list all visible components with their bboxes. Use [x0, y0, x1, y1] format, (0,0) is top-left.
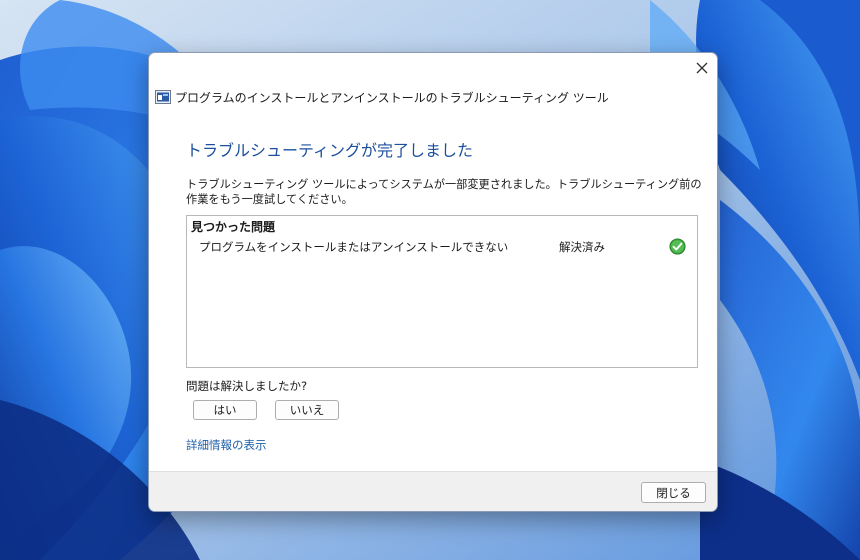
problems-found-header: 見つかった問題 — [191, 220, 276, 234]
completion-description: トラブルシューティング ツールによってシステムが一部変更されました。トラブルシュ… — [186, 178, 702, 206]
window-title: プログラムのインストールとアンインストールのトラブルシューティング ツール — [175, 91, 609, 105]
yes-button[interactable]: はい — [193, 400, 257, 420]
troubleshooter-app-icon — [155, 90, 171, 104]
close-window-button[interactable] — [691, 57, 713, 79]
problem-status: 解決済み — [559, 240, 605, 254]
close-icon — [696, 62, 708, 74]
close-button[interactable]: 閉じる — [641, 482, 706, 503]
desktop: プログラムのインストールとアンインストールのトラブルシューティング ツール トラ… — [0, 0, 860, 560]
problems-found-panel: 見つかった問題 プログラムをインストールまたはアンインストールできない 解決済み — [186, 215, 698, 368]
completion-heading: トラブルシューティングが完了しました — [186, 141, 474, 160]
problem-name: プログラムをインストールまたはアンインストールできない — [199, 240, 509, 254]
view-details-link[interactable]: 詳細情報の表示 — [186, 437, 267, 453]
no-button[interactable]: いいえ — [275, 400, 339, 420]
problem-row: プログラムをインストールまたはアンインストールできない 解決済み — [187, 236, 697, 258]
resolved-question: 問題は解決しましたか? — [186, 379, 308, 393]
troubleshooter-dialog: プログラムのインストールとアンインストールのトラブルシューティング ツール トラ… — [148, 52, 718, 512]
dialog-footer: 閉じる — [149, 471, 717, 511]
green-check-icon — [669, 238, 686, 255]
